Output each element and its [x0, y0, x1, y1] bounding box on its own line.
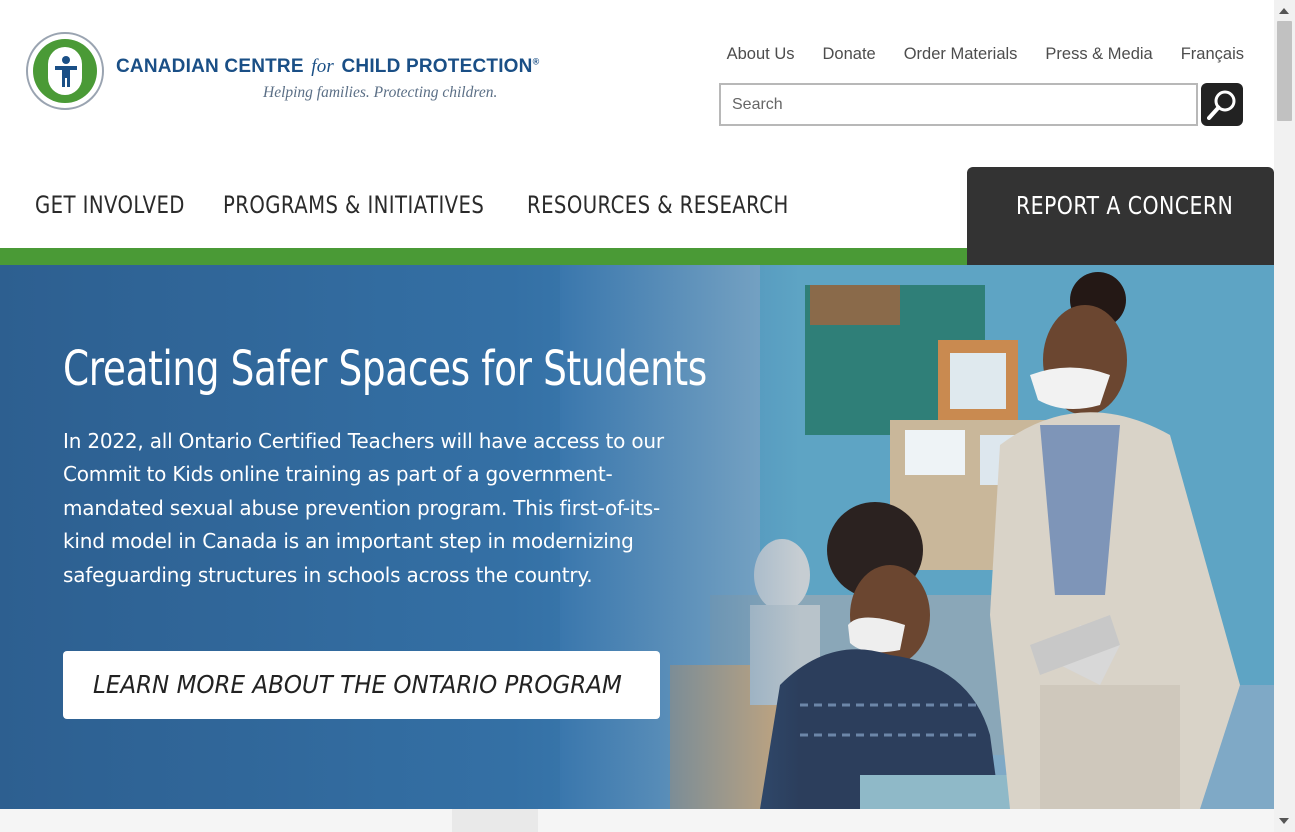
learn-more-label: LEARN MORE ABOUT THE ONTARIO PROGRAM [93, 670, 622, 699]
search-button[interactable] [1201, 83, 1243, 126]
scroll-up-arrow-icon[interactable] [1279, 8, 1289, 14]
nav-about-us-link[interactable]: About Us [727, 44, 795, 64]
report-concern-label: REPORT A CONCERN [1016, 191, 1234, 220]
search-icon [1207, 90, 1236, 120]
nav-get-involved[interactable]: GET INVOLVED [35, 191, 185, 219]
below-fold-strip [0, 809, 1274, 832]
logo-emblem-icon [26, 32, 104, 110]
nav-donate-link[interactable]: Donate [823, 44, 876, 64]
nav-programs-initiatives[interactable]: PROGRAMS & INITIATIVES [223, 191, 484, 219]
logo-tagline: Helping families. Protecting children. [263, 84, 498, 101]
learn-more-button[interactable]: LEARN MORE ABOUT THE ONTARIO PROGRAM [63, 651, 660, 719]
site-logo[interactable]: CANADIAN CENTRE for CHILD PROTECTION® He… [26, 32, 556, 112]
nav-resources-research[interactable]: RESOURCES & RESEARCH [527, 191, 789, 219]
main-nav: GET INVOLVED PROGRAMS & INITIATIVES RESO… [0, 167, 1274, 265]
logo-wordmark: CANADIAN CENTRE for CHILD PROTECTION® [116, 56, 540, 77]
utility-nav: About Us Donate Order Materials Press & … [727, 44, 1244, 64]
nav-press-media-link[interactable]: Press & Media [1045, 44, 1152, 64]
hero-title: Creating Safer Spaces for Students [63, 341, 707, 397]
scrollbar-thumb[interactable] [1277, 21, 1292, 121]
nav-francais-link[interactable]: Français [1181, 44, 1244, 64]
report-concern-button[interactable]: REPORT A CONCERN [967, 167, 1274, 265]
nav-accent-bar [0, 248, 967, 265]
page-scrollbar[interactable] [1274, 0, 1295, 832]
search-input[interactable] [719, 83, 1198, 126]
nav-order-materials-link[interactable]: Order Materials [904, 44, 1018, 64]
hero-banner: Creating Safer Spaces for Students In 20… [0, 265, 1274, 809]
scroll-down-arrow-icon[interactable] [1279, 818, 1289, 824]
hero-description: In 2022, all Ontario Certified Teachers … [63, 429, 664, 587]
